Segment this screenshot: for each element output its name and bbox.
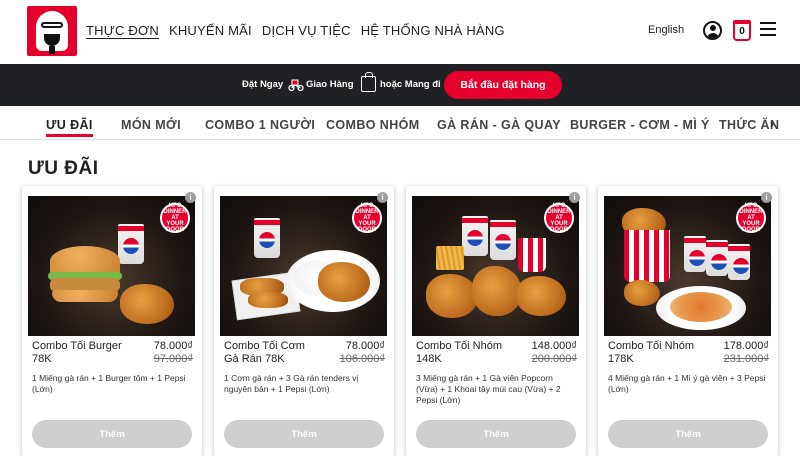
kfc-bucket-icon	[624, 230, 670, 282]
product-image: KFC DINNER AT YOUR DOOR	[220, 196, 387, 336]
dinner-badge: KFC DINNER AT YOUR DOOR	[736, 203, 766, 233]
product-description: 1 Miếng gà rán + 1 Burger tôm + 1 Pepsi …	[32, 373, 186, 394]
product-price: 148.000₫	[531, 340, 577, 352]
product-description: 1 Cơm gà rán + 3 Gà rán tenders vị nguyê…	[224, 373, 359, 394]
tab-burger-rice-pasta[interactable]: BURGER - CƠM - MÌ Ý	[570, 118, 710, 132]
main-nav: THỰC ĐƠN KHUYẾN MÃI DỊCH VỤ TIỆC HỆ THỐN…	[86, 23, 505, 39]
pickup-label: hoặc Mang đi	[380, 79, 441, 90]
add-button[interactable]: Thêm	[416, 420, 576, 448]
tab-new-items[interactable]: MÓN MỚI	[121, 118, 181, 132]
product-image: KFC DINNER AT YOUR DOOR	[28, 196, 195, 336]
product-name: Combo Tối Cơm Gà Rán 78K	[224, 340, 305, 365]
category-tabs: ƯU ĐÃI MÓN MỚI COMBO 1 NGƯỜI COMBO NHÓM …	[0, 106, 800, 140]
product-image: KFC DINNER AT YOUR DOOR	[604, 196, 771, 336]
dinner-badge: KFC DINNER AT YOUR DOOR	[160, 203, 190, 233]
order-bar: Đặt Ngay Giao Hàng hoặc Mang đi Bắt đầu …	[0, 64, 800, 106]
product-card[interactable]: KFC DINNER AT YOUR DOOR i Combo Tối Cơm …	[214, 186, 394, 456]
pepsi-cup-icon	[118, 224, 144, 264]
product-image: KFC DINNER AT YOUR DOOR	[412, 196, 579, 336]
tab-combo-group[interactable]: COMBO NHÓM	[326, 118, 420, 132]
product-card[interactable]: KFC DINNER AT YOUR DOOR i Combo Tối Nhóm…	[406, 186, 586, 456]
nav-promotions[interactable]: KHUYẾN MÃI	[169, 23, 252, 39]
tab-promotions[interactable]: ƯU ĐÃI	[46, 118, 93, 137]
product-old-price: 97.000₫	[153, 353, 193, 365]
cart-bucket-icon[interactable]: 0	[733, 20, 751, 41]
product-description: 3 Miếng gà rán + 1 Gà viên Popcorn (Vừa)…	[416, 373, 561, 405]
start-order-button[interactable]: Bắt đầu đặt hàng	[444, 71, 562, 99]
pepsi-cup-icon	[462, 216, 488, 256]
add-button[interactable]: Thêm	[32, 420, 192, 448]
user-account-icon[interactable]	[703, 21, 722, 40]
cart-count: 0	[739, 26, 745, 37]
info-icon[interactable]: i	[377, 192, 388, 203]
language-switch[interactable]: English	[648, 24, 684, 36]
site-header: THỰC ĐƠN KHUYẾN MÃI DỊCH VỤ TIỆC HỆ THỐN…	[0, 0, 800, 64]
product-old-price: 231.000₫	[723, 353, 769, 365]
takeaway-bag-icon	[361, 72, 376, 92]
product-old-price: 106.000₫	[339, 353, 385, 365]
tab-combo-single[interactable]: COMBO 1 NGƯỜI	[205, 118, 315, 132]
pepsi-cup-icon	[728, 244, 750, 280]
tab-fried-chicken[interactable]: GÀ RÁN - GÀ QUAY	[437, 118, 561, 132]
pepsi-cup-icon	[706, 240, 728, 276]
nav-restaurants[interactable]: HỆ THỐNG NHÀ HÀNG	[361, 23, 505, 39]
dinner-badge: KFC DINNER AT YOUR DOOR	[352, 203, 382, 233]
product-name: Combo Tối Nhóm 148K	[416, 340, 502, 365]
nav-menu[interactable]: THỰC ĐƠN	[86, 23, 159, 39]
product-price: 78.000₫	[153, 340, 193, 352]
product-card[interactable]: KFC DINNER AT YOUR DOOR i Combo Tối Burg…	[22, 186, 202, 456]
pepsi-cup-icon	[254, 218, 280, 258]
section-title: ƯU ĐÃI	[28, 158, 99, 179]
product-name: Combo Tối Burger 78K	[32, 340, 122, 365]
dinner-badge: KFC DINNER AT YOUR DOOR	[544, 203, 574, 233]
hamburger-menu-icon[interactable]	[760, 22, 776, 36]
info-icon[interactable]: i	[761, 192, 772, 203]
nav-party-service[interactable]: DỊCH VỤ TIỆC	[262, 23, 351, 39]
product-card[interactable]: KFC DINNER AT YOUR DOOR i Combo Tối Nhóm…	[598, 186, 778, 456]
info-icon[interactable]: i	[185, 192, 196, 203]
add-button[interactable]: Thêm	[224, 420, 384, 448]
add-button[interactable]: Thêm	[608, 420, 768, 448]
product-price: 178.000₫	[723, 340, 769, 352]
chevron-right-icon[interactable]: ›	[770, 117, 774, 131]
product-name: Combo Tối Nhóm 178K	[608, 340, 694, 365]
pepsi-cup-icon	[684, 236, 706, 272]
kfc-logo[interactable]	[27, 6, 77, 56]
info-icon[interactable]: i	[569, 192, 580, 203]
product-price: 78.000₫	[345, 340, 385, 352]
pepsi-cup-icon	[490, 220, 516, 260]
product-old-price: 200.000₫	[531, 353, 577, 365]
product-description: 4 Miếng gà rán + 1 Mì ý gà viên + 3 Peps…	[608, 373, 766, 394]
order-now-label: Đặt Ngay	[242, 79, 284, 90]
delivery-bike-icon	[288, 79, 304, 92]
delivery-label: Giao Hàng	[306, 79, 354, 90]
